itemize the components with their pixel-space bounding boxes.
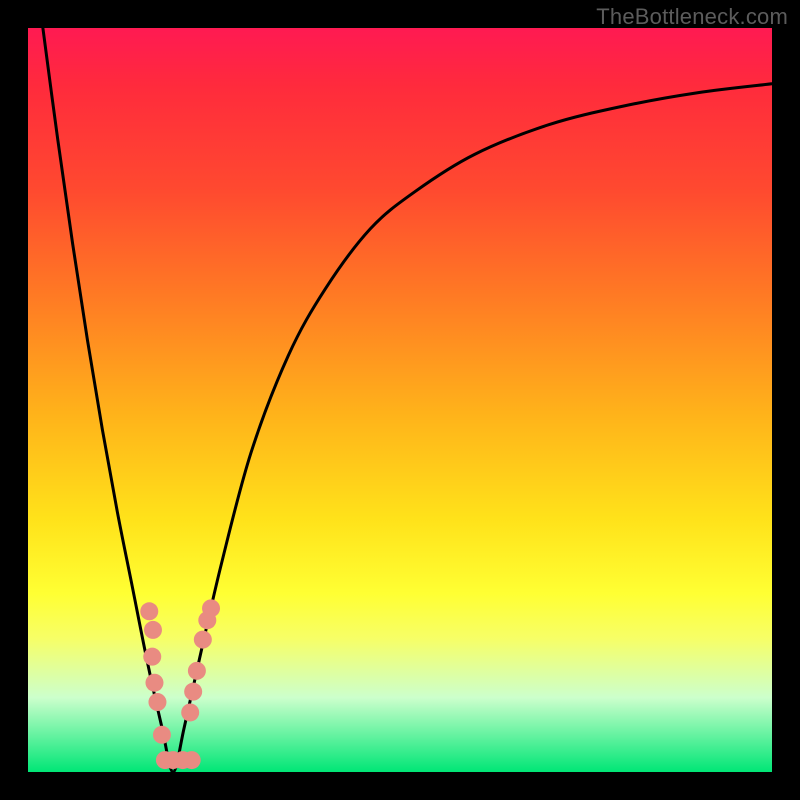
data-point [202,599,220,617]
data-point [181,703,199,721]
plot-area [28,28,772,772]
data-point [153,726,171,744]
chart-svg [28,28,772,772]
chart-frame: TheBottleneck.com [0,0,800,800]
data-point [183,751,201,769]
data-point [148,693,166,711]
data-point [188,662,206,680]
data-point [143,648,161,666]
data-point [194,631,212,649]
data-point [140,602,158,620]
watermark-text: TheBottleneck.com [596,4,788,30]
data-point [184,683,202,701]
data-point [145,674,163,692]
data-point [144,621,162,639]
